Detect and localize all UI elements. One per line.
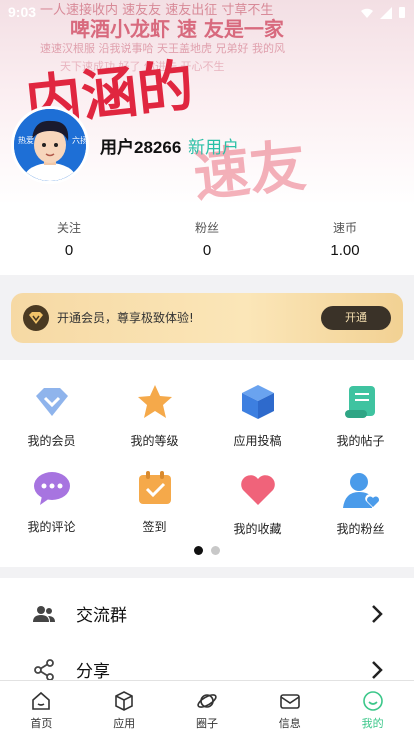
vip-promo-text: 开通会员，尊享极致体验! (57, 311, 194, 325)
grid-item-label: 我的帖子 (336, 434, 385, 448)
grid-item-submit-app[interactable]: 应用投稿 (206, 382, 309, 449)
list-item-label: 分享 (76, 662, 110, 682)
stat-value: 1.00 (330, 242, 360, 259)
username: 用户28266 (100, 138, 182, 157)
tab-circle[interactable]: 圈子 (166, 681, 249, 736)
list-item-group[interactable]: 交流群 (0, 586, 414, 642)
cube-icon (241, 385, 274, 419)
grid-item-label: 签到 (142, 520, 167, 534)
grid-item-label: 我的收藏 (233, 522, 282, 536)
stat-following[interactable]: 关注 0 (0, 205, 138, 275)
stat-coins[interactable]: 速币 1.00 (276, 205, 414, 275)
svg-text:热爱: 热爱 (18, 135, 34, 145)
status-time: 9:03 (8, 4, 37, 20)
status-bar: 9:03 (0, 0, 414, 26)
tab-messages[interactable]: 信息 (248, 681, 331, 736)
grid-item-checkin[interactable]: 签到 (103, 468, 206, 535)
grid-item-favorites[interactable]: 我的收藏 (206, 470, 309, 537)
chevron-right-icon (372, 661, 383, 679)
tab-home[interactable]: 首页 (0, 681, 83, 736)
list-item-label: 交流群 (76, 606, 127, 626)
grid-item-comments[interactable]: 我的评论 (0, 468, 103, 535)
user-heart-icon (342, 473, 381, 508)
pager-dot-active[interactable] (194, 546, 203, 555)
wifi-icon (361, 8, 373, 18)
grid-item-fans[interactable]: 我的粉丝 (309, 470, 412, 537)
grid-item-label: 我的粉丝 (336, 522, 385, 536)
status-icons (360, 6, 406, 19)
home-icon (32, 691, 51, 710)
pager-dots (194, 546, 220, 555)
tab-label: 应用 (113, 717, 136, 730)
mail-icon (279, 694, 300, 709)
stat-label: 速币 (332, 221, 357, 235)
star-icon (137, 385, 172, 418)
signal-icon (380, 6, 392, 19)
stats-bar: 关注 0 粉丝 0 速币 1.00 (0, 205, 414, 275)
list-item-share[interactable]: 分享 (0, 642, 414, 682)
avatar[interactable]: 热爱 六扬 (11, 106, 89, 184)
stat-value: 0 (64, 242, 74, 259)
heart-icon (240, 475, 275, 505)
tab-label: 首页 (30, 717, 53, 730)
avatar-illustration: 热爱 六扬 (14, 109, 86, 181)
battery-icon (399, 7, 405, 18)
scroll-icon (344, 386, 375, 418)
grid-item-membership[interactable]: 我的会员 (0, 382, 103, 449)
stat-followers[interactable]: 粉丝 0 (138, 205, 276, 275)
grid-item-level[interactable]: 我的等级 (103, 382, 206, 449)
grid-item-label: 我的会员 (27, 434, 76, 448)
pager-dot[interactable] (211, 546, 220, 555)
tab-label: 信息 (278, 717, 301, 730)
tab-apps[interactable]: 应用 (83, 681, 166, 736)
user-level-tag: 新用户 (188, 138, 239, 157)
bottom-tab-bar: 首页 应用 圈子 信息 我的 (0, 680, 414, 736)
grid-item-label: 我的等级 (130, 434, 179, 448)
chevron-right-icon (372, 605, 383, 623)
calendar-check-icon (138, 471, 171, 504)
share-icon (34, 659, 54, 681)
tab-label: 我的 (361, 717, 384, 730)
grid-item-label: 我的评论 (27, 520, 76, 534)
profile-banner: 一人速接收内 速友友 速友出征 寸草不生 啤酒小龙虾 速 友是一家 速速汉根服 … (0, 0, 414, 205)
diamond-icon (35, 388, 68, 416)
stat-value: 0 (202, 242, 212, 259)
vip-card[interactable]: 开通会员，尊享极致体验! 开通 (11, 293, 403, 343)
settings-list: 交流群 分享 (0, 578, 414, 682)
stat-label: 关注 (56, 221, 81, 235)
tab-label: 圈子 (195, 717, 218, 730)
tab-mine[interactable]: 我的 (331, 681, 414, 736)
planet-icon (197, 694, 217, 708)
chat-bubble-icon (33, 472, 70, 505)
vip-section: 开通会员，尊享极致体验! 开通 (0, 275, 414, 360)
stat-label: 粉丝 (194, 221, 219, 235)
group-icon (33, 606, 55, 622)
vip-badge-icon (23, 305, 49, 331)
svg-text:速速汉根服 沿我说事哈 天王盖地虎 兄弟好 我的风: 速速汉根服 沿我说事哈 天王盖地虎 兄弟好 我的风 (40, 41, 285, 55)
box-icon (115, 691, 133, 711)
vip-open-button[interactable]: 开通 (321, 306, 391, 330)
smile-icon (362, 691, 383, 711)
grid-item-posts[interactable]: 我的帖子 (309, 382, 412, 449)
feature-grid: 我的会员 我的等级 应用投稿 我的帖子 我的评论 签到 我的收藏 我的粉丝 (0, 360, 414, 567)
grid-item-label: 应用投稿 (233, 434, 282, 448)
svg-text:六扬: 六扬 (72, 135, 86, 145)
